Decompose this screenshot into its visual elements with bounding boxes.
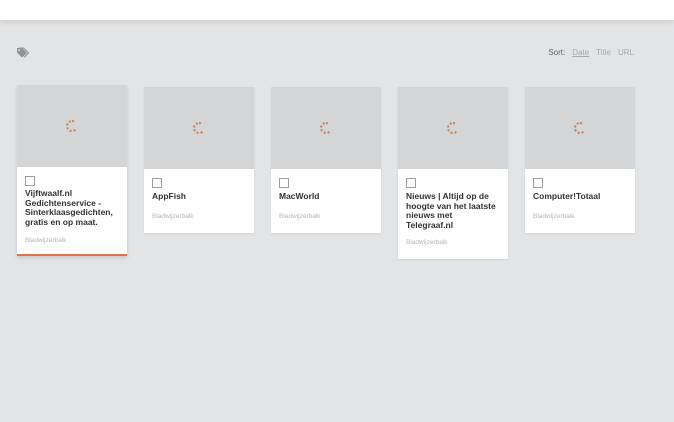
bookmark-checkbox[interactable]: [25, 176, 35, 186]
bookmark-title[interactable]: Computer!Totaal: [533, 191, 627, 202]
top-bar: [0, 0, 674, 20]
tags-icon[interactable]: [16, 47, 29, 58]
bookmark-thumbnail: [271, 87, 381, 169]
sort-label: Sort:: [548, 48, 566, 57]
loading-spinner-icon: [574, 122, 586, 134]
loading-spinner-icon: [66, 120, 78, 132]
bookmark-card[interactable]: AppFish Bladwijzerbalk: [144, 87, 254, 233]
bookmark-checkbox[interactable]: [152, 178, 162, 188]
bookmark-folder: Bladwijzerbalk: [25, 237, 67, 244]
loading-spinner-icon: [320, 122, 332, 134]
bookmark-checkbox[interactable]: [406, 178, 416, 188]
bookmark-title[interactable]: MacWorld: [279, 191, 373, 202]
bookmark-card[interactable]: Vijftwaalf.nl Gedichtenservice - Sinterk…: [17, 85, 127, 256]
bookmark-checkbox[interactable]: [533, 178, 543, 188]
bookmark-card[interactable]: MacWorld Bladwijzerbalk: [271, 87, 381, 233]
bookmark-title[interactable]: Nieuws | Altijd op de hoogte van het laa…: [406, 191, 500, 230]
sort-controls: Sort: Date Title URL: [548, 48, 634, 57]
bookmark-thumbnail: [17, 85, 127, 167]
bookmark-title[interactable]: Vijftwaalf.nl Gedichtenservice - Sinterk…: [25, 188, 119, 227]
loading-spinner-icon: [447, 122, 459, 134]
bookmark-thumbnail: [525, 87, 635, 169]
loading-spinner-icon: [193, 122, 205, 134]
bookmark-title[interactable]: AppFish: [152, 191, 246, 202]
bookmark-card[interactable]: Computer!Totaal Bladwijzerbalk: [525, 87, 635, 233]
bookmark-card[interactable]: Nieuws | Altijd op de hoogte van het laa…: [398, 87, 508, 259]
bookmark-thumbnail: [398, 87, 508, 169]
sort-by-date[interactable]: Date: [572, 48, 589, 57]
bookmark-folder: Bladwijzerbalk: [533, 213, 575, 220]
bookmark-thumbnail: [144, 87, 254, 169]
sort-by-url[interactable]: URL: [618, 48, 634, 57]
bookmark-folder: Bladwijzerbalk: [152, 213, 194, 220]
bookmark-checkbox[interactable]: [279, 178, 289, 188]
bookmark-folder: Bladwijzerbalk: [279, 213, 321, 220]
bookmark-folder: Bladwijzerbalk: [406, 239, 448, 246]
sort-by-title[interactable]: Title: [596, 48, 611, 57]
